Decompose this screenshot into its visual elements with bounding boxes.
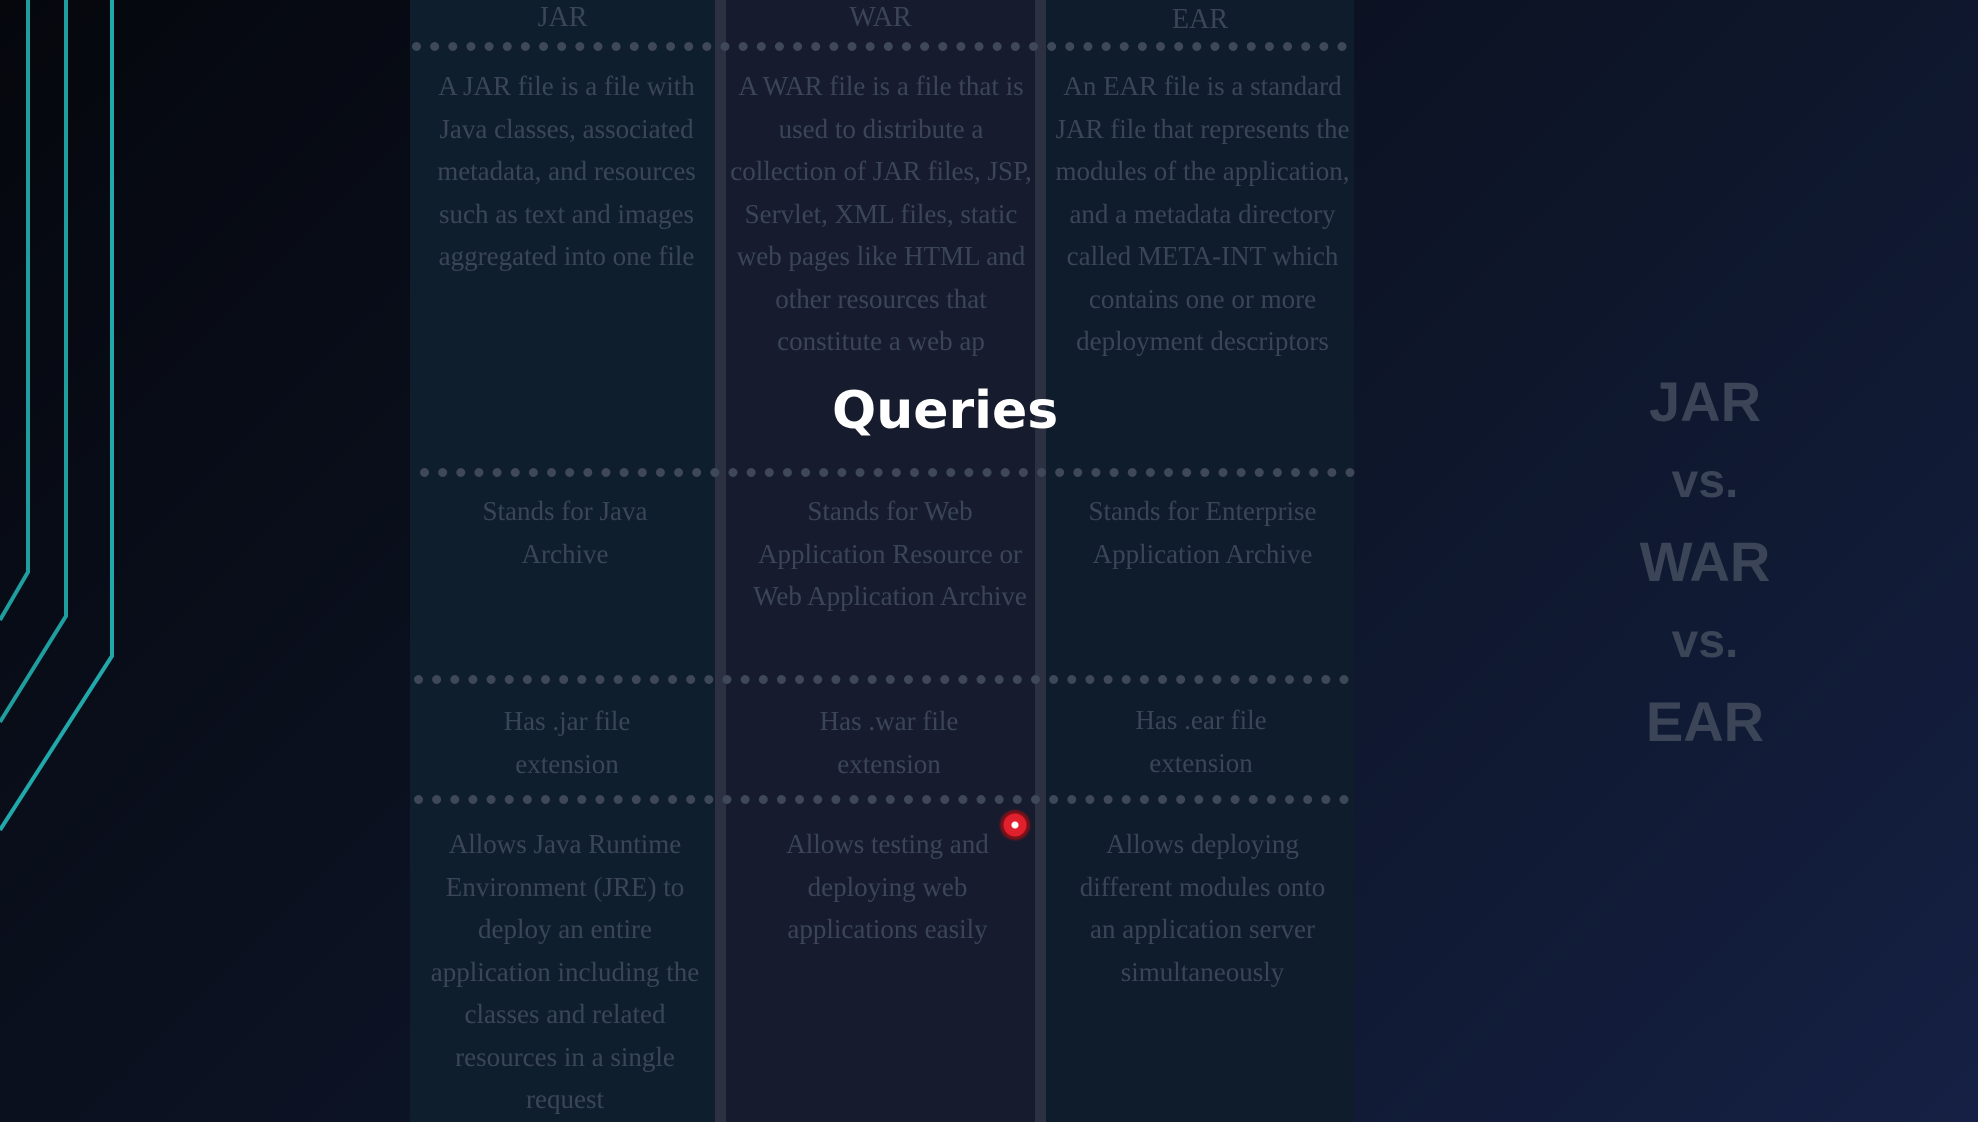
decorative-teal-lines: [0, 0, 114, 832]
war-extension: Has .war file extension: [819, 706, 959, 779]
war-definition: A WAR file is a file that is used to dis…: [730, 71, 1032, 356]
jar-extension: Has .jar file extension: [503, 706, 631, 779]
jar-definition: A JAR file is a file with Java classes, …: [437, 71, 696, 271]
side-title-vs: vs.: [1671, 455, 1739, 508]
ear-extension: Has .ear file extension: [1135, 705, 1267, 778]
overlay-title-queries: Queries: [832, 381, 1059, 441]
jar-stands-for: Stands for Java Archive: [482, 496, 648, 569]
header-ear: EAR: [1172, 4, 1228, 35]
war-stands-for: Stands for Web Application Resource or W…: [753, 496, 1027, 611]
war-usage: Allows testing and deploying web applica…: [786, 829, 989, 944]
side-title-war: WAR: [1639, 530, 1771, 593]
ear-definition: An EAR file is a standard JAR file that …: [1055, 71, 1350, 356]
laser-pointer-icon: [999, 809, 1031, 841]
row-separator: [414, 795, 1349, 804]
slide-side-title: JAR vs. WAR vs. EAR: [1600, 362, 1810, 762]
presentation-slide: JAR WAR EAR A JAR file is a file with Ja…: [0, 0, 1978, 1122]
row-separator: [414, 675, 1349, 684]
side-title-ear: EAR: [1645, 690, 1765, 753]
row-separator: [420, 468, 1355, 477]
jar-usage: Allows Java Runtime Environment (JRE) to…: [430, 829, 700, 1114]
side-title-jar: JAR: [1648, 370, 1762, 433]
row-separator: [412, 42, 1347, 51]
side-title-vs: vs.: [1671, 615, 1739, 668]
header-war: WAR: [849, 2, 912, 33]
ear-stands-for: Stands for Enterprise Application Archiv…: [1088, 496, 1317, 569]
column-divider: [1035, 0, 1046, 1122]
ear-usage: Allows deploying different modules onto …: [1079, 829, 1326, 987]
column-divider: [715, 0, 726, 1122]
header-jar: JAR: [537, 2, 588, 33]
